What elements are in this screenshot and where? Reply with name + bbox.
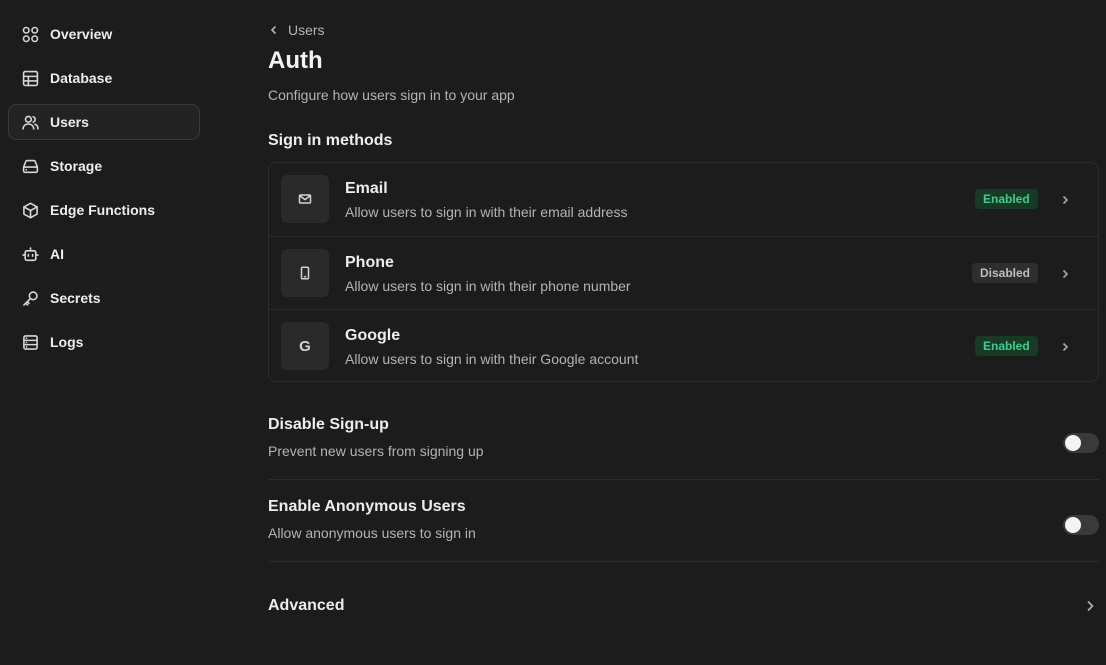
status-badge: Disabled xyxy=(972,263,1039,283)
sidebar-item-ai[interactable]: AI xyxy=(8,236,200,272)
sidebar-item-label: Storage xyxy=(50,158,103,174)
sign-in-method-email[interactable]: Email Allow users to sign in with their … xyxy=(269,163,1098,236)
breadcrumb-back-link[interactable]: Users xyxy=(268,22,325,38)
method-description: Allow users to sign in with their email … xyxy=(345,204,628,220)
chevron-right-icon xyxy=(1059,267,1071,279)
method-description: Allow users to sign in with their Google… xyxy=(345,351,639,367)
setting-title: Enable Anonymous Users xyxy=(268,498,466,515)
sidebar-item-label: Secrets xyxy=(50,290,101,306)
table-icon xyxy=(22,70,39,87)
sidebar-item-users[interactable]: Users xyxy=(8,104,200,140)
setting-description: Allow anonymous users to sign in xyxy=(268,525,476,541)
divider xyxy=(268,479,1100,480)
divider xyxy=(268,561,1100,562)
smartphone-icon xyxy=(281,249,329,297)
box-icon xyxy=(22,201,39,219)
disable-signup-toggle[interactable] xyxy=(1063,433,1099,453)
sidebar-item-storage[interactable]: Storage xyxy=(8,148,200,184)
google-icon: G xyxy=(281,322,329,370)
sidebar-item-database[interactable]: Database xyxy=(8,60,200,96)
sidebar-item-label: Overview xyxy=(50,26,113,42)
breadcrumb-label: Users xyxy=(288,22,325,38)
sign-in-method-phone[interactable]: Phone Allow users to sign in with their … xyxy=(269,236,1098,309)
sidebar-item-label: Logs xyxy=(50,334,84,350)
chevron-right-icon xyxy=(1059,193,1071,205)
sidebar-item-secrets[interactable]: Secrets xyxy=(8,280,200,316)
setting-description: Prevent new users from signing up xyxy=(268,443,484,459)
method-description: Allow users to sign in with their phone … xyxy=(345,278,631,294)
setting-title: Disable Sign-up xyxy=(268,416,389,433)
bot-icon xyxy=(22,246,39,263)
sidebar-item-label: Users xyxy=(50,114,89,130)
method-name: Google xyxy=(345,327,401,344)
chevron-left-icon xyxy=(270,25,277,35)
sidebar-item-label: AI xyxy=(50,246,64,262)
sidebar-item-logs[interactable]: Logs xyxy=(8,324,200,360)
sidebar-item-edge-functions[interactable]: Edge Functions xyxy=(8,192,200,228)
page-subtitle: Configure how users sign in to your app xyxy=(268,87,515,103)
key-icon xyxy=(22,290,39,307)
sign-in-methods-heading: Sign in methods xyxy=(268,132,393,149)
chevron-right-icon xyxy=(1059,340,1071,352)
sidebar-item-overview[interactable]: Overview xyxy=(8,16,200,52)
status-badge: Enabled xyxy=(975,336,1038,356)
mail-icon xyxy=(281,175,329,223)
toggle-knob xyxy=(1065,517,1081,533)
list-icon xyxy=(22,334,39,351)
anonymous-users-toggle[interactable] xyxy=(1063,515,1099,535)
method-name: Phone xyxy=(345,254,394,271)
method-name: Email xyxy=(345,180,388,197)
advanced-section-toggle[interactable]: Advanced xyxy=(268,595,1100,617)
sign-in-methods-card: Email Allow users to sign in with their … xyxy=(268,162,1099,382)
advanced-title: Advanced xyxy=(268,597,345,614)
hard-drive-icon xyxy=(22,158,39,175)
page-title: Auth xyxy=(268,47,323,74)
chevron-right-icon xyxy=(1083,599,1097,618)
grid-icon xyxy=(22,26,39,43)
sidebar-item-label: Edge Functions xyxy=(50,202,155,218)
sidebar-item-label: Database xyxy=(50,70,113,86)
sidebar: Overview Database Users Storage Edge Fun… xyxy=(0,0,210,665)
toggle-knob xyxy=(1065,435,1081,451)
users-icon xyxy=(22,114,39,131)
status-badge: Enabled xyxy=(975,189,1038,209)
sign-in-method-google[interactable]: G Google Allow users to sign in with the… xyxy=(269,309,1098,382)
